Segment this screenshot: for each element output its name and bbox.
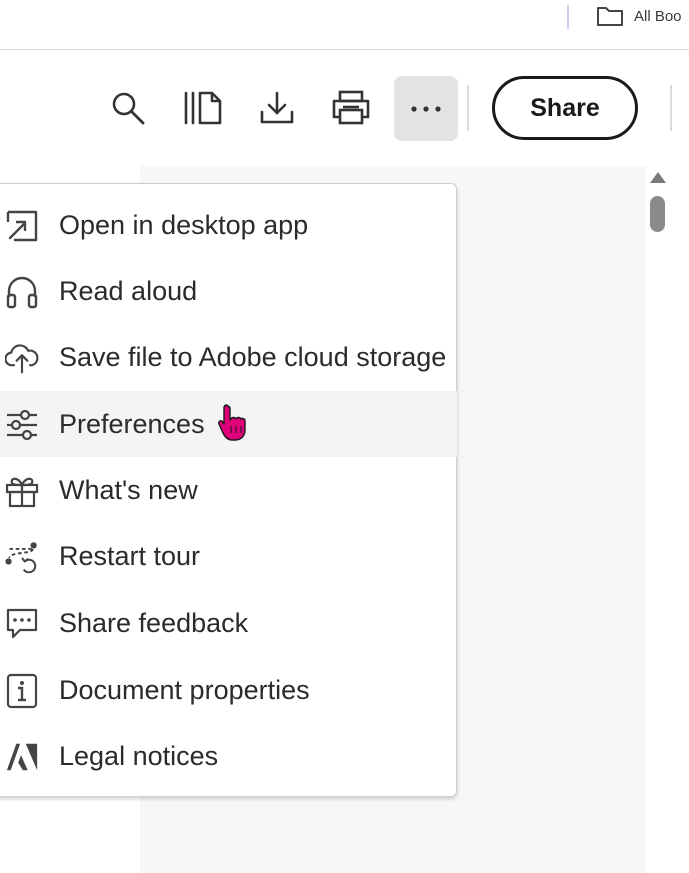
- bookmark-folder-label: All Boo: [634, 7, 682, 25]
- bookmarks-bar: All Boo: [0, 0, 689, 50]
- more-options-icon: [411, 105, 441, 112]
- menu-item-label: Read aloud: [59, 275, 198, 306]
- menu-item-read-aloud[interactable]: Read aloud: [0, 258, 457, 324]
- menu-item-label: Restart tour: [59, 540, 201, 571]
- gift-icon: [5, 474, 39, 508]
- feedback-icon: [5, 607, 39, 641]
- search-icon: [112, 92, 145, 125]
- bookmark-folder-all-bookmarks[interactable]: All Boo: [596, 5, 682, 27]
- menu-item-label: Save file to Adobe cloud storage: [59, 341, 447, 372]
- scroll-up-arrow-icon[interactable]: [650, 172, 666, 183]
- adobe-logo-icon: [5, 740, 39, 774]
- tour-icon: [5, 540, 39, 574]
- menu-item-open-in-desktop-app[interactable]: Open in desktop app: [0, 192, 457, 258]
- info-icon: [5, 673, 39, 709]
- download-icon: [260, 91, 294, 124]
- share-button[interactable]: Share: [492, 76, 638, 140]
- search-button[interactable]: [108, 85, 148, 131]
- more-options-button[interactable]: [394, 76, 458, 141]
- scrollbar-thumb[interactable]: [650, 196, 665, 232]
- download-button[interactable]: [257, 85, 297, 131]
- more-options-menu: Open in desktop app Read aloud Save file…: [0, 183, 457, 797]
- vertical-scrollbar[interactable]: [646, 166, 670, 873]
- menu-item-label: Open in desktop app: [59, 209, 309, 240]
- print-button[interactable]: [331, 85, 371, 131]
- toolbar-divider: [670, 85, 672, 131]
- menu-item-label: Preferences: [59, 408, 205, 439]
- menu-item-save-to-cloud[interactable]: Save file to Adobe cloud storage: [0, 324, 457, 390]
- menu-item-label: What's new: [59, 474, 198, 505]
- headphones-icon: [5, 275, 39, 309]
- print-icon: [332, 90, 370, 125]
- toolbar-divider: [467, 85, 469, 131]
- folder-icon: [597, 7, 623, 26]
- open-external-icon: [5, 209, 39, 243]
- menu-item-label: Share feedback: [59, 607, 249, 638]
- menu-item-legal-notices[interactable]: Legal notices: [0, 723, 457, 789]
- organize-pages-icon: [184, 91, 222, 125]
- menu-item-label: Legal notices: [59, 740, 219, 771]
- hand-cursor-icon: [218, 404, 248, 442]
- menu-item-document-properties[interactable]: Document properties: [0, 657, 457, 723]
- menu-item-whats-new[interactable]: What's new: [0, 457, 457, 523]
- organize-pages-button[interactable]: [183, 85, 223, 131]
- menu-item-label: Document properties: [59, 674, 310, 705]
- cloud-upload-icon: [5, 341, 39, 375]
- sliders-icon: [5, 408, 39, 442]
- menu-item-restart-tour[interactable]: Restart tour: [0, 523, 457, 589]
- menu-item-share-feedback[interactable]: Share feedback: [0, 590, 457, 656]
- bookmark-divider: [567, 5, 569, 29]
